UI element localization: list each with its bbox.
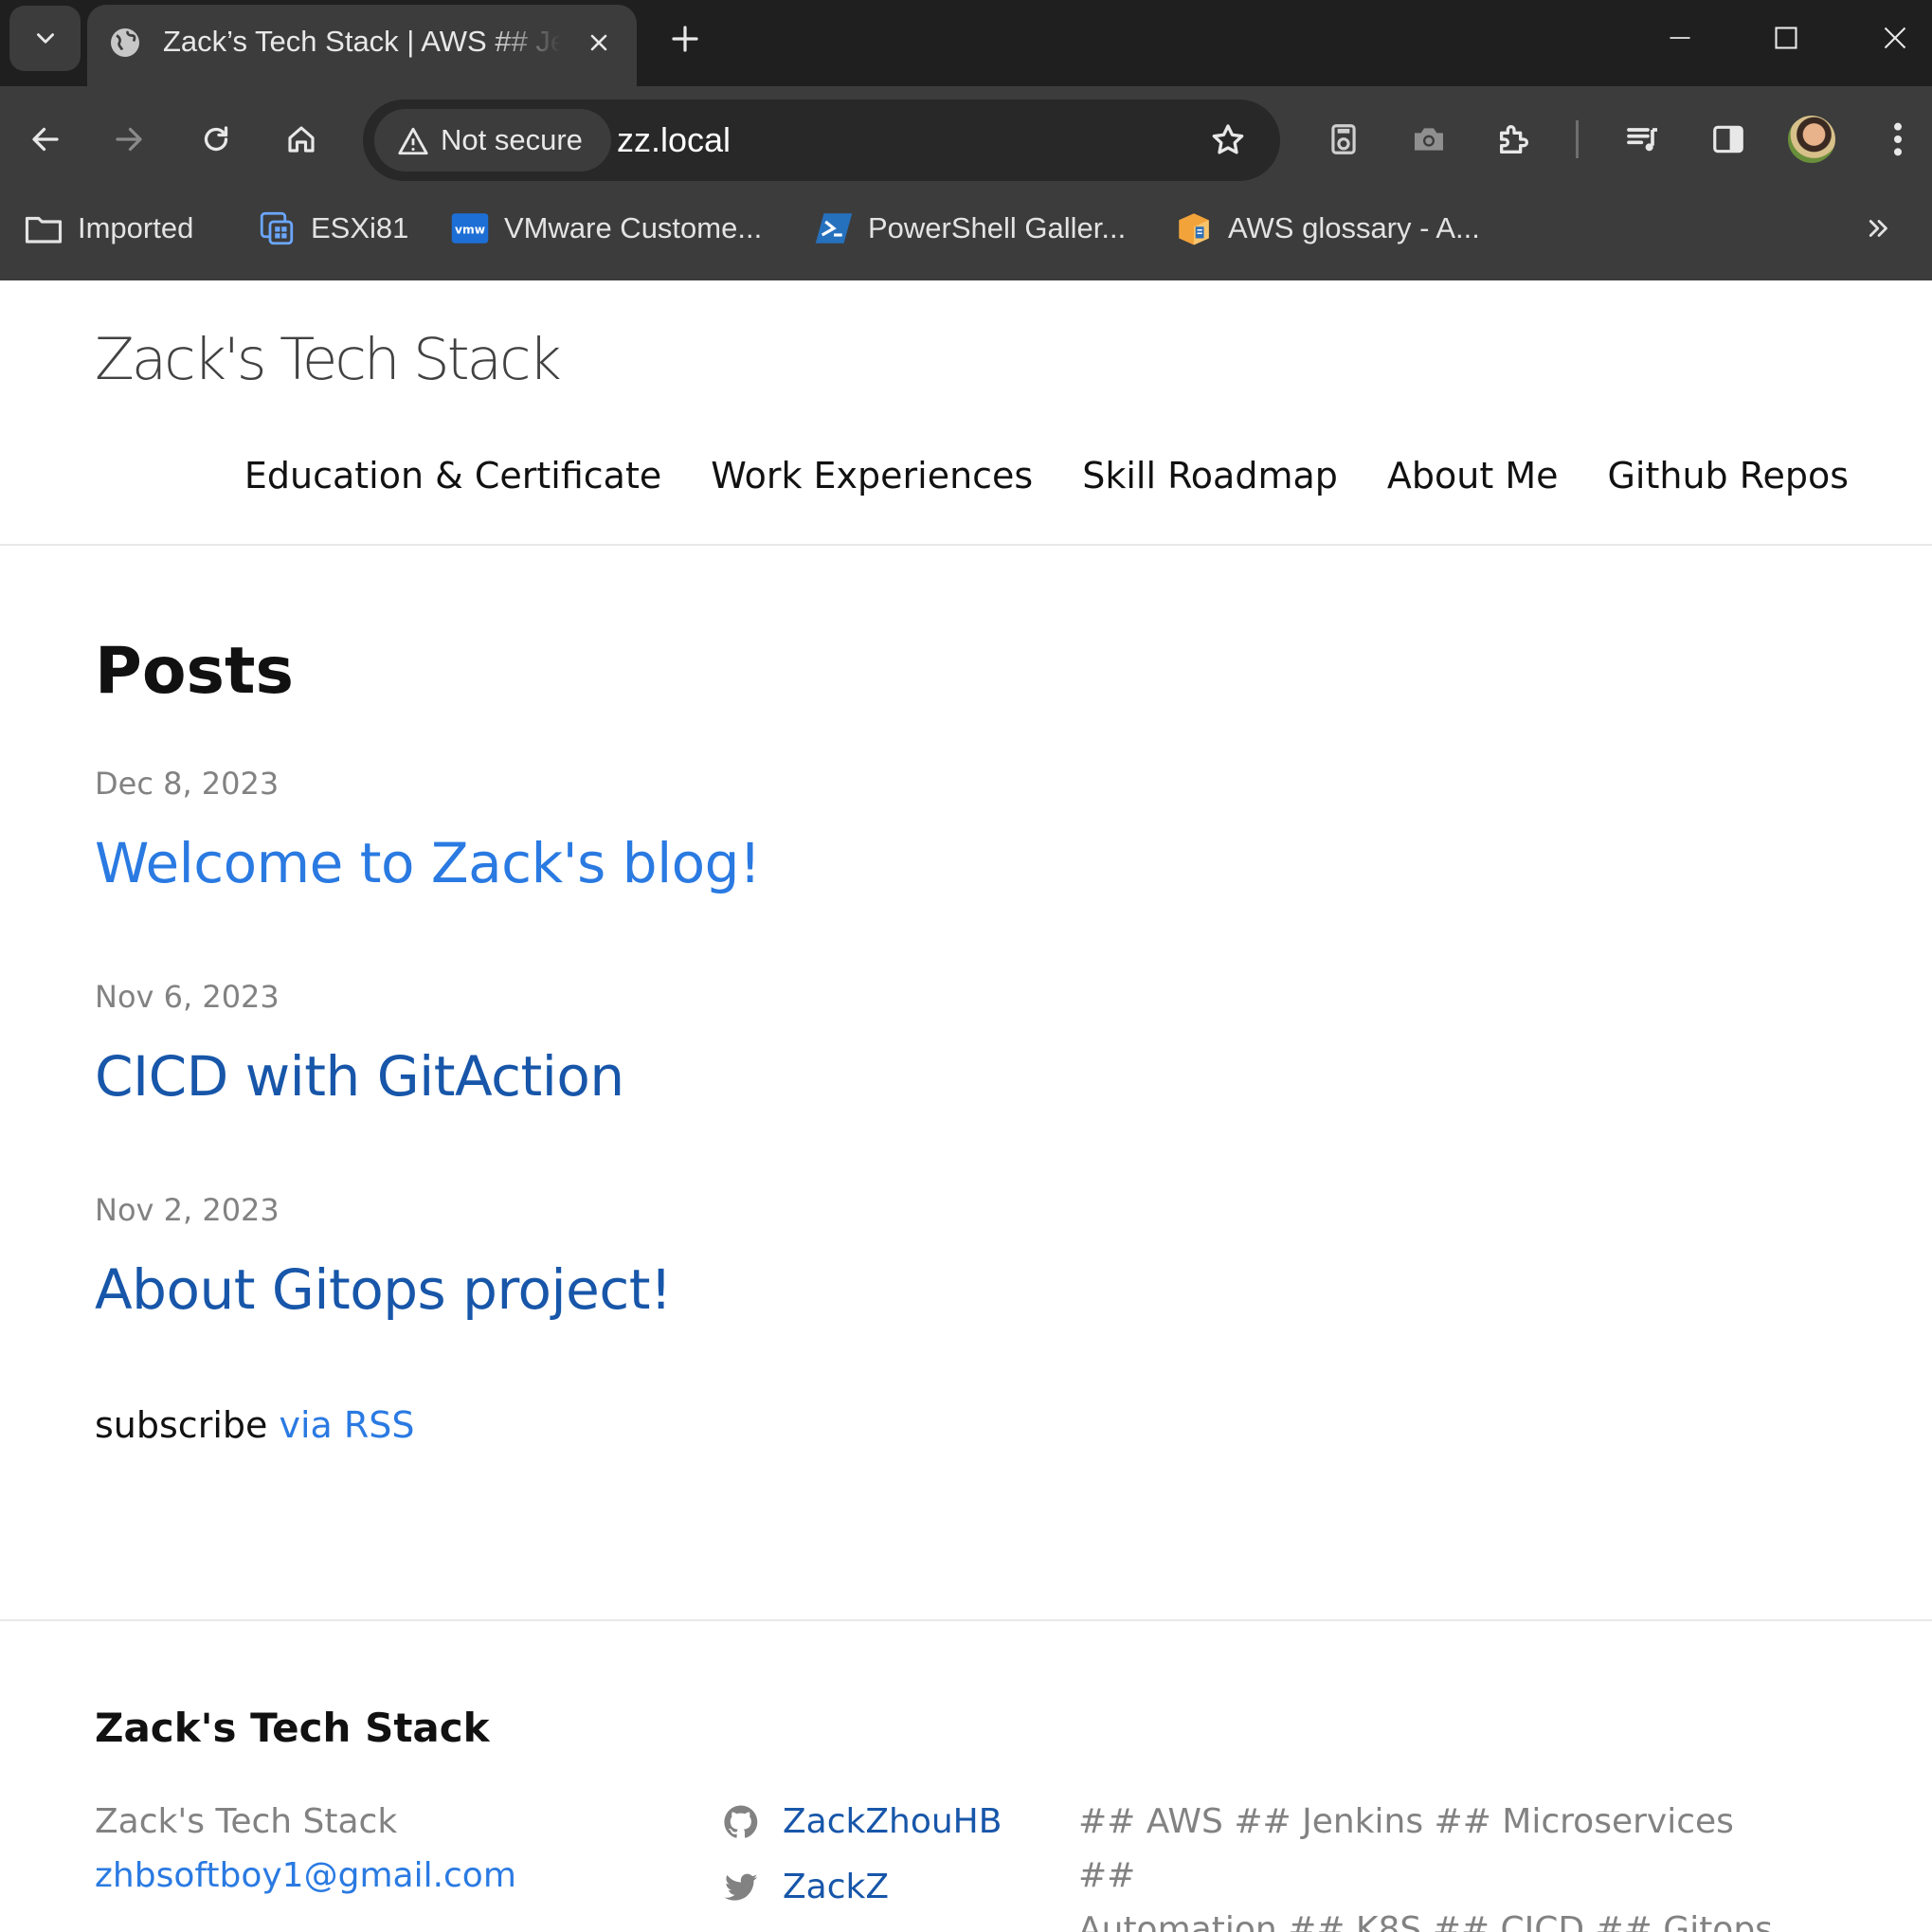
home-button[interactable]: [275, 113, 328, 166]
double-chevron-right-icon: [1869, 220, 1887, 237]
header-divider: [0, 544, 1932, 546]
bookmark-esxi81[interactable]: ESXi81: [256, 190, 408, 266]
github-link[interactable]: ZackZhouHB: [783, 1802, 1002, 1841]
footer-description: ## AWS ## Jenkins ## Microservices ## Au…: [1078, 1795, 1798, 1932]
folder-icon: [23, 208, 64, 249]
minimize-button[interactable]: [1652, 9, 1708, 66]
esxi-icon: [256, 208, 298, 249]
star-icon: [1212, 124, 1244, 154]
reload-button[interactable]: [190, 113, 243, 166]
footer-title: Zack's Tech Stack: [95, 1705, 490, 1751]
puzzle-icon: [1500, 125, 1528, 153]
back-button[interactable]: [19, 113, 72, 166]
site-info-chip[interactable]: Not secure: [374, 109, 611, 172]
bookmark-aws-glossary[interactable]: AWS glossary - A...: [1173, 190, 1480, 266]
post-item: Nov 2, 2023 About Gitops project!: [95, 1186, 1232, 1332]
side-panel-icon: [1713, 125, 1743, 153]
maximize-icon: [1775, 27, 1797, 49]
post-date: Nov 2, 2023: [95, 1192, 280, 1228]
footer-email-link[interactable]: zhbsoftboy1@gmail.com: [95, 1856, 516, 1895]
post-link[interactable]: Welcome to Zack's blog!: [95, 821, 1232, 906]
tab-title: Zack’s Tech Stack | AWS ## Je: [163, 25, 561, 58]
camera-icon: [1415, 128, 1443, 151]
bookmarks-overflow-button[interactable]: [1852, 202, 1905, 255]
new-tab-button[interactable]: [663, 17, 707, 61]
reload-icon: [204, 126, 228, 152]
web-page: Zack's Tech Stack Education & Certificat…: [0, 288, 1932, 1932]
recorder-icon: [1331, 124, 1356, 154]
bookmark-star-button[interactable]: [1201, 114, 1255, 167]
profile-avatar[interactable]: [1788, 116, 1835, 163]
nav-about-me[interactable]: About Me: [1387, 447, 1559, 504]
address-bar[interactable]: Not secure zz.local: [363, 99, 1280, 181]
post-date: Nov 6, 2023: [95, 979, 280, 1015]
aws-box-icon: [1173, 208, 1215, 249]
footer-description-line: Automation ## K8S ## CICD ## Gitops: [1078, 1910, 1773, 1932]
nav-skill-roadmap[interactable]: Skill Roadmap: [1082, 447, 1338, 504]
extensions-button[interactable]: [1488, 113, 1541, 166]
posts-heading: Posts: [95, 634, 295, 709]
subscribe-line: subscribe via RSS: [95, 1397, 415, 1454]
url-text[interactable]: zz.local: [617, 99, 731, 181]
toolbar-divider: [1576, 120, 1579, 158]
active-tab[interactable]: Zack’s Tech Stack | AWS ## Je: [87, 5, 637, 86]
github-icon: [720, 1801, 762, 1843]
footer-divider: [0, 1619, 1932, 1621]
media-control-button[interactable]: [1616, 113, 1670, 166]
globe-icon: [111, 28, 139, 57]
security-label: Not secure: [441, 123, 583, 156]
nav-github-repos[interactable]: Github Repos: [1607, 447, 1849, 504]
nav-work-experiences[interactable]: Work Experiences: [711, 447, 1033, 504]
plus-icon: [672, 26, 698, 52]
chevron-down-icon: [36, 32, 54, 44]
post-item: Dec 8, 2023 Welcome to Zack's blog!: [95, 760, 1232, 906]
twitter-social-item: ZackZ: [720, 1860, 1061, 1914]
subscribe-text: subscribe: [95, 1404, 268, 1446]
post-link[interactable]: About Gitops project!: [95, 1247, 1232, 1332]
post-date: Dec 8, 2023: [95, 766, 280, 802]
bookmark-imported[interactable]: Imported: [23, 190, 193, 266]
minimize-icon: [1670, 37, 1690, 39]
footer-name: Zack's Tech Stack: [95, 1802, 398, 1841]
bookmark-powershell[interactable]: PowerShell Galler...: [813, 190, 1126, 266]
side-panel-button[interactable]: [1702, 113, 1755, 166]
site-nav: Education & Certificate Work Experiences…: [244, 447, 1849, 504]
extension-camera-button[interactable]: [1402, 113, 1455, 166]
tab-strip: Zack’s Tech Stack | AWS ## Je: [0, 0, 1932, 86]
bookmarks-bar: Imported ESXi81 vmw VMware Custome... Po…: [0, 190, 1932, 266]
svg-text:vmw: vmw: [455, 223, 485, 236]
forward-button[interactable]: [102, 113, 155, 166]
arrow-left-icon: [32, 127, 59, 152]
extension-recorder-button[interactable]: [1317, 113, 1370, 166]
twitter-link[interactable]: ZackZ: [783, 1868, 889, 1906]
chrome-menu-button[interactable]: [1871, 113, 1924, 166]
home-icon: [288, 126, 315, 153]
post-item: Nov 6, 2023 CICD with GitAction: [95, 973, 1232, 1119]
nav-education-certificate[interactable]: Education & Certificate: [244, 447, 661, 504]
site-title[interactable]: Zack's Tech Stack: [95, 322, 562, 398]
rss-link[interactable]: via RSS: [279, 1404, 414, 1446]
twitter-icon: [720, 1867, 762, 1908]
window-close-button[interactable]: [1867, 9, 1923, 66]
vmware-icon: vmw: [449, 208, 491, 249]
close-icon: [590, 34, 607, 51]
post-link[interactable]: CICD with GitAction: [95, 1034, 1232, 1119]
maximize-button[interactable]: [1758, 9, 1815, 66]
close-icon: [1884, 27, 1906, 49]
footer-contact: Zack's Tech Stack zhbsoftboy1@gmail.com: [95, 1795, 663, 1903]
warning-icon: [398, 127, 428, 155]
tab-search-button[interactable]: [9, 6, 81, 71]
footer-description-line: ## AWS ## Jenkins ## Microservices ##: [1078, 1802, 1734, 1895]
arrow-right-icon: [116, 127, 142, 152]
powershell-icon: [813, 208, 855, 249]
more-vertical-icon: [1894, 122, 1902, 156]
github-social-item: ZackZhouHB: [720, 1795, 1061, 1849]
tab-close-button[interactable]: [580, 24, 618, 62]
playlist-music-icon: [1627, 128, 1657, 152]
footer-social: ZackZhouHB ZackZ: [720, 1795, 1061, 1925]
bookmark-vmware[interactable]: vmw VMware Custome...: [449, 190, 762, 266]
